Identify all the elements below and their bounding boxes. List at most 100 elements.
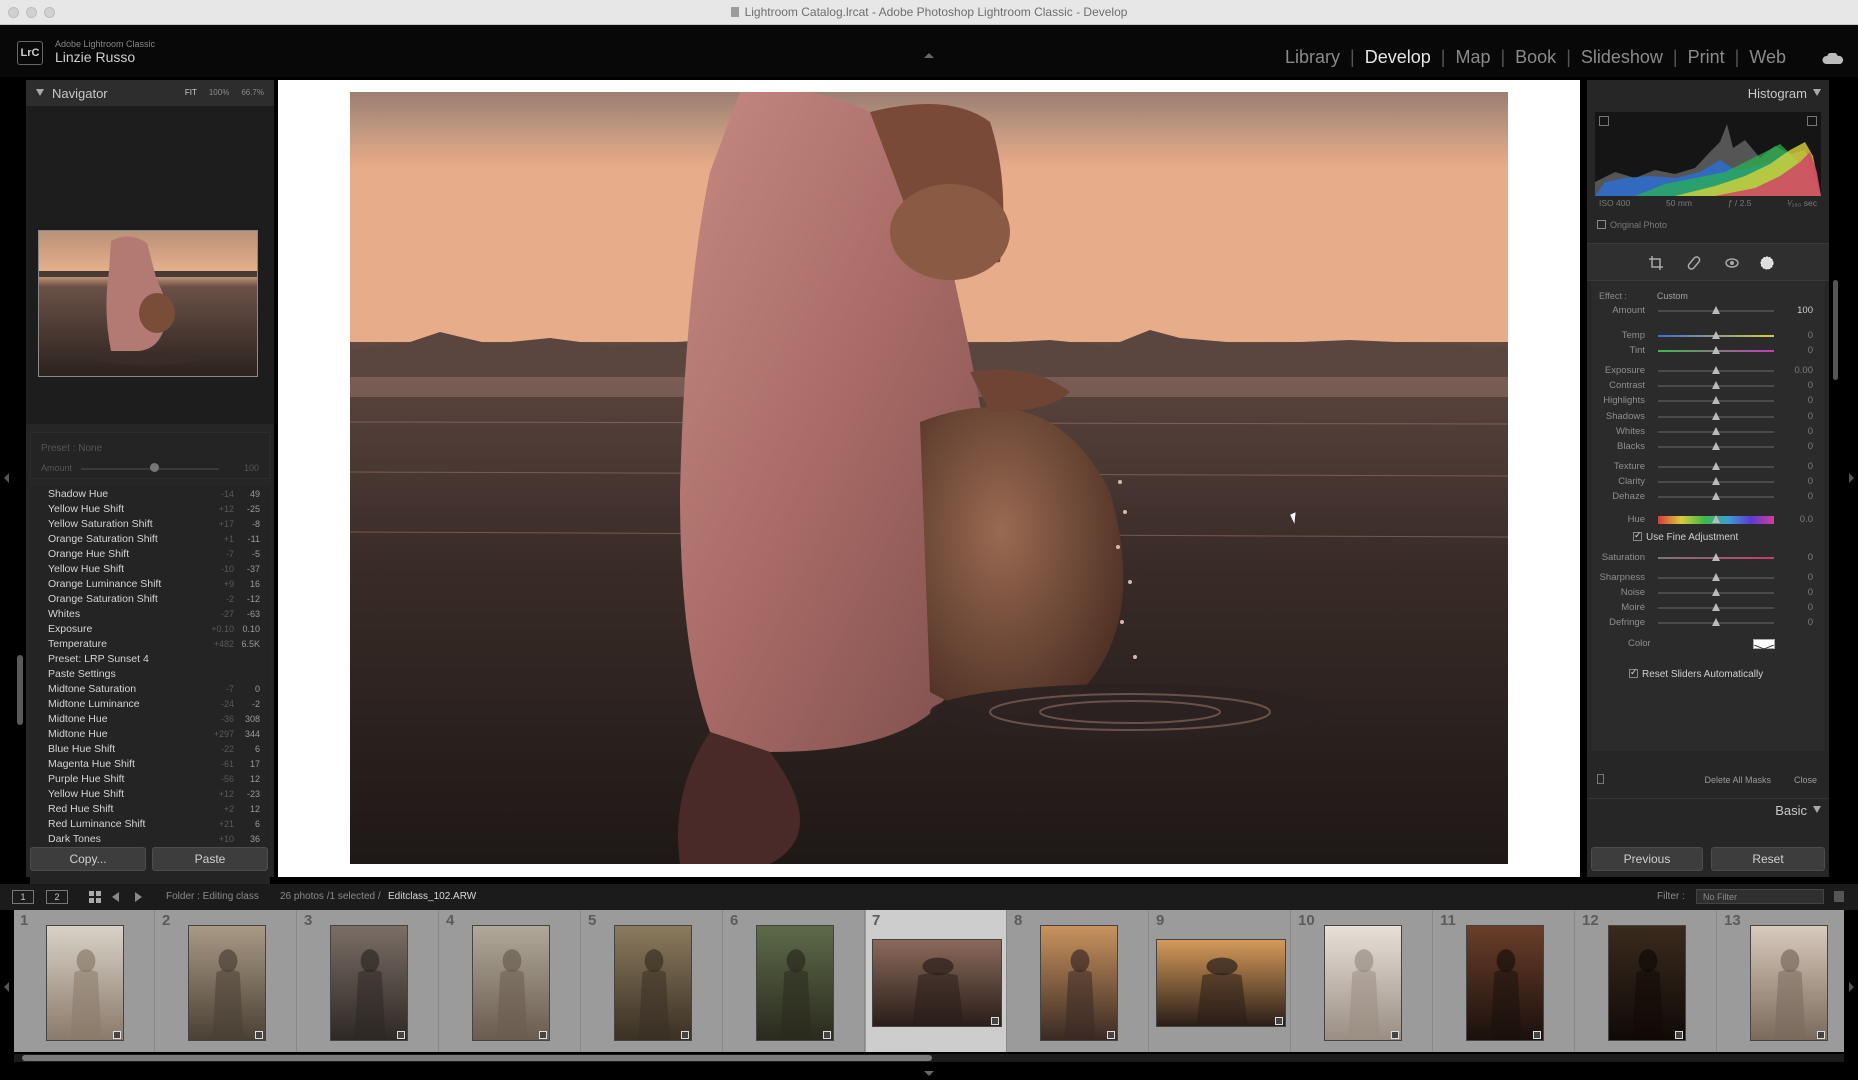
- filmstrip-thumbnail[interactable]: [1155, 939, 1286, 1027]
- filmstrip-cell[interactable]: 3: [298, 910, 439, 1052]
- slider-thumb[interactable]: [1712, 588, 1720, 596]
- slider-value[interactable]: 0.0: [1800, 514, 1813, 525]
- filmstrip-scroll-thumb[interactable]: [22, 1055, 932, 1061]
- filmstrip-cell[interactable]: 11: [1434, 910, 1575, 1052]
- module-book[interactable]: Book: [1515, 47, 1556, 68]
- back-arrow-icon[interactable]: [112, 892, 119, 902]
- slider-value[interactable]: 0: [1808, 476, 1813, 487]
- filmstrip-thumbnail[interactable]: [1749, 925, 1828, 1041]
- filmstrip-thumbnail[interactable]: [471, 925, 550, 1041]
- copy-button[interactable]: Copy...: [30, 847, 146, 871]
- slider-whites[interactable]: Whites 0: [1591, 424, 1825, 440]
- slider-thumb[interactable]: [1712, 396, 1720, 404]
- previous-button[interactable]: Previous: [1591, 847, 1703, 871]
- slider-thumb[interactable]: [1712, 553, 1720, 561]
- navigator-preview[interactable]: [26, 106, 274, 424]
- histogram-graph[interactable]: [1595, 112, 1821, 196]
- highlight-clipping-icon[interactable]: [1807, 116, 1817, 126]
- slider-thumb[interactable]: [1712, 573, 1720, 581]
- slider-thumb[interactable]: [1712, 618, 1720, 626]
- reset-sliders-toggle[interactable]: Reset Sliders Automatically: [1629, 667, 1763, 680]
- collapse-bottom-panel-icon[interactable]: [924, 1071, 934, 1076]
- delete-all-masks-link[interactable]: Delete All Masks: [1704, 775, 1771, 785]
- zoom-option[interactable]: FIT: [185, 88, 197, 97]
- original-photo-checkbox[interactable]: [1597, 220, 1606, 229]
- filmstrip-cell[interactable]: 8: [1008, 910, 1149, 1052]
- filmstrip-right-icon[interactable]: [1849, 982, 1854, 992]
- filmstrip-cell[interactable]: 2: [156, 910, 297, 1052]
- filmstrip-cell[interactable]: 12: [1576, 910, 1717, 1052]
- slider-temp[interactable]: Temp 0: [1591, 328, 1825, 344]
- slider-thumb[interactable]: [1712, 477, 1720, 485]
- filmstrip-thumbnail[interactable]: [1039, 925, 1118, 1041]
- close-mask-link[interactable]: Close: [1794, 775, 1817, 785]
- slider-thumb[interactable]: [1712, 427, 1720, 435]
- slider-value[interactable]: 0: [1808, 572, 1813, 583]
- slider-saturation[interactable]: Saturation 0: [1591, 550, 1825, 566]
- slider-thumb[interactable]: [1712, 462, 1720, 470]
- right-panel-scrollbar[interactable]: [1833, 280, 1838, 380]
- left-panel-scrollbar[interactable]: [17, 655, 23, 725]
- folder-label[interactable]: Folder : Editing class: [166, 891, 259, 902]
- reset-button[interactable]: Reset: [1711, 847, 1825, 871]
- module-map[interactable]: Map: [1455, 47, 1490, 68]
- red-eye-icon[interactable]: [1725, 256, 1739, 270]
- filmstrip-thumbnail[interactable]: [1607, 925, 1686, 1041]
- crop-icon[interactable]: [1649, 256, 1663, 270]
- main-photo[interactable]: [350, 92, 1508, 864]
- collapse-histogram-icon[interactable]: [1813, 89, 1821, 96]
- slider-shadows[interactable]: Shadows 0: [1591, 409, 1825, 425]
- filter-select[interactable]: No Filter: [1696, 889, 1824, 904]
- slider-thumb[interactable]: [1712, 346, 1720, 354]
- filmstrip-thumbnail[interactable]: [1323, 925, 1402, 1041]
- use-fine-adjustment-toggle[interactable]: Use Fine Adjustment: [1633, 530, 1738, 543]
- collapse-navigator-icon[interactable]: [36, 89, 44, 96]
- filmstrip-left-icon[interactable]: [4, 982, 9, 992]
- slider-thumb[interactable]: [1712, 492, 1720, 500]
- filmstrip-cell[interactable]: 10: [1292, 910, 1433, 1052]
- second-window-button[interactable]: 2: [46, 890, 68, 904]
- slider-value[interactable]: 0: [1808, 552, 1813, 563]
- original-photo-toggle[interactable]: Original Photo: [1597, 220, 1667, 230]
- masking-icon[interactable]: [1760, 256, 1774, 270]
- slider-texture[interactable]: Texture 0: [1591, 459, 1825, 475]
- filmstrip-thumbnail[interactable]: [871, 939, 1002, 1027]
- color-swatch[interactable]: [1753, 639, 1775, 654]
- filmstrip-cell[interactable]: 9: [1150, 910, 1291, 1052]
- module-slideshow[interactable]: Slideshow: [1581, 47, 1663, 68]
- slider-value[interactable]: 0: [1808, 395, 1813, 406]
- slider-value[interactable]: 0.00: [1795, 365, 1814, 376]
- zoom-option[interactable]: 100%: [209, 88, 229, 97]
- zoom-option[interactable]: 66.7%: [241, 88, 264, 97]
- filmstrip-cell[interactable]: 1: [14, 910, 155, 1052]
- slider-thumb[interactable]: [1712, 331, 1720, 339]
- slider-thumb[interactable]: [1712, 515, 1720, 523]
- slider-value[interactable]: 0: [1808, 411, 1813, 422]
- slider-thumb[interactable]: [1712, 306, 1720, 314]
- filmstrip-thumbnail[interactable]: [1465, 925, 1544, 1041]
- slider-thumb[interactable]: [1712, 381, 1720, 389]
- selected-filename[interactable]: Editclass_102.ARW: [388, 891, 476, 902]
- effect-selector[interactable]: Effect : Custom: [1599, 291, 1688, 301]
- slider-tint[interactable]: Tint 0: [1591, 343, 1825, 359]
- slider-value[interactable]: 0: [1808, 345, 1813, 356]
- slider-dehaze[interactable]: Dehaze 0: [1591, 489, 1825, 505]
- filmstrip-thumbnail[interactable]: [187, 925, 266, 1041]
- navigator-thumbnail[interactable]: [38, 230, 258, 377]
- collapse-top-panel-icon[interactable]: [924, 53, 934, 58]
- slider-contrast[interactable]: Contrast 0: [1591, 378, 1825, 394]
- slider-exposure[interactable]: Exposure 0.00: [1591, 363, 1825, 379]
- slider-value[interactable]: 0: [1808, 441, 1813, 452]
- slider-thumb[interactable]: [1712, 366, 1720, 374]
- filmstrip-cell[interactable]: 5: [582, 910, 723, 1052]
- slider-hue[interactable]: Hue 0.0: [1591, 512, 1825, 528]
- histogram-header[interactable]: Histogram: [1587, 80, 1829, 106]
- slider-value[interactable]: 0: [1808, 617, 1813, 628]
- module-develop[interactable]: Develop: [1365, 47, 1431, 68]
- slider-value[interactable]: 100: [1797, 305, 1813, 316]
- filmstrip-thumbnail[interactable]: [755, 925, 834, 1041]
- slider-noise[interactable]: Noise 0: [1591, 585, 1825, 601]
- collapse-left-panel-icon[interactable]: [4, 473, 9, 483]
- filter-lock-icon[interactable]: [1834, 891, 1844, 902]
- slider-sharpness[interactable]: Sharpness 0: [1591, 570, 1825, 586]
